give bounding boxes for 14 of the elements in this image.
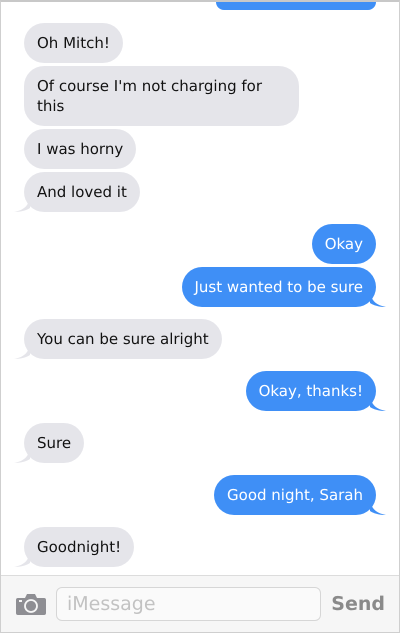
message-bubble: Oh Mitch! [24, 23, 123, 63]
message-bubble: And loved it [24, 172, 140, 212]
message-bubble: Sure [24, 423, 84, 463]
message-bubble: Good night, Sarah [214, 475, 376, 515]
message-bubble: I was horny [24, 129, 136, 169]
camera-icon[interactable] [16, 593, 46, 615]
message-bubble: Of course I'm not charging for this [24, 66, 299, 126]
message-bubble: Just wanted to be sure [182, 267, 376, 307]
message-bubble: Okay [312, 224, 376, 264]
send-button[interactable]: Send [331, 593, 385, 615]
message-bubble: You can be sure alright [24, 319, 222, 359]
message-bubble: Goodnight! [24, 527, 134, 567]
message-bubble: Okay, thanks! [246, 371, 376, 411]
message-input[interactable]: iMessage [56, 587, 322, 621]
